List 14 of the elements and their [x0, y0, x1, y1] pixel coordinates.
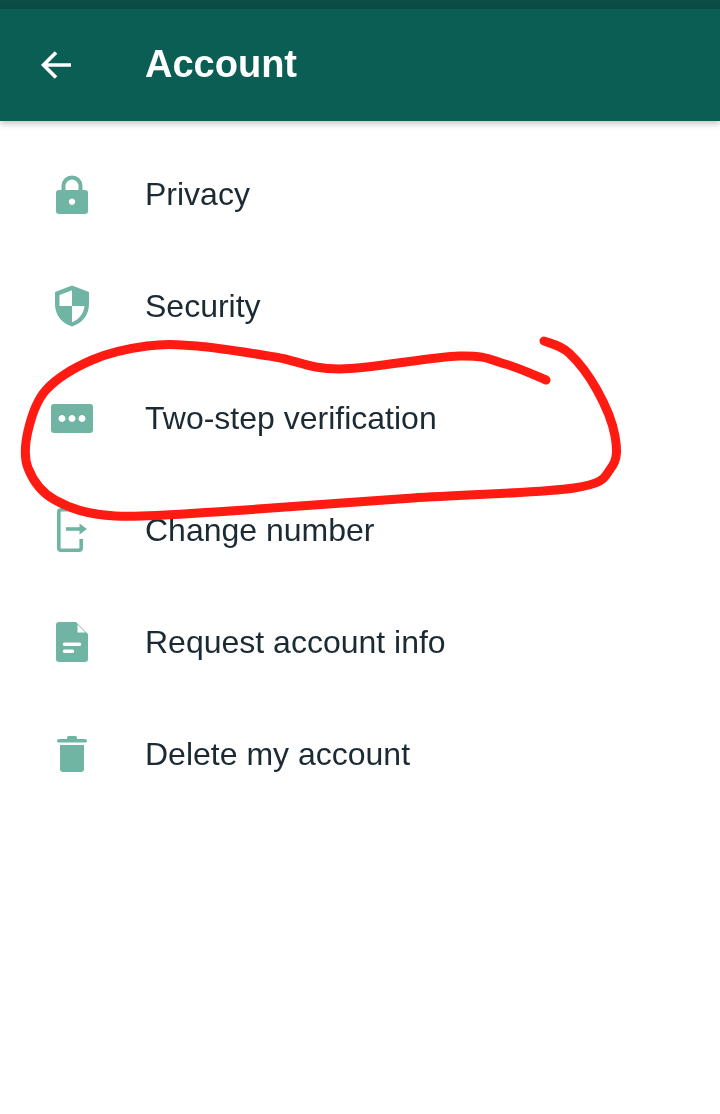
- padlock-icon: [56, 174, 88, 214]
- settings-item[interactable]: Change number: [0, 474, 720, 586]
- dots-icon: [51, 403, 93, 433]
- settings-item[interactable]: Request account info: [0, 586, 720, 698]
- settings-item[interactable]: Delete my account: [0, 698, 720, 810]
- phone-arrow-icon: [57, 508, 87, 552]
- shield-icon: [54, 285, 90, 327]
- screen-title: Account: [145, 43, 297, 87]
- settings-item[interactable]: Privacy: [0, 138, 720, 250]
- document-icon: [56, 622, 88, 662]
- settings-item[interactable]: Security: [0, 250, 720, 362]
- trash-icon: [57, 736, 87, 772]
- settings-item[interactable]: Two-step verification: [0, 362, 720, 474]
- back-arrow-icon[interactable]: [40, 50, 72, 80]
